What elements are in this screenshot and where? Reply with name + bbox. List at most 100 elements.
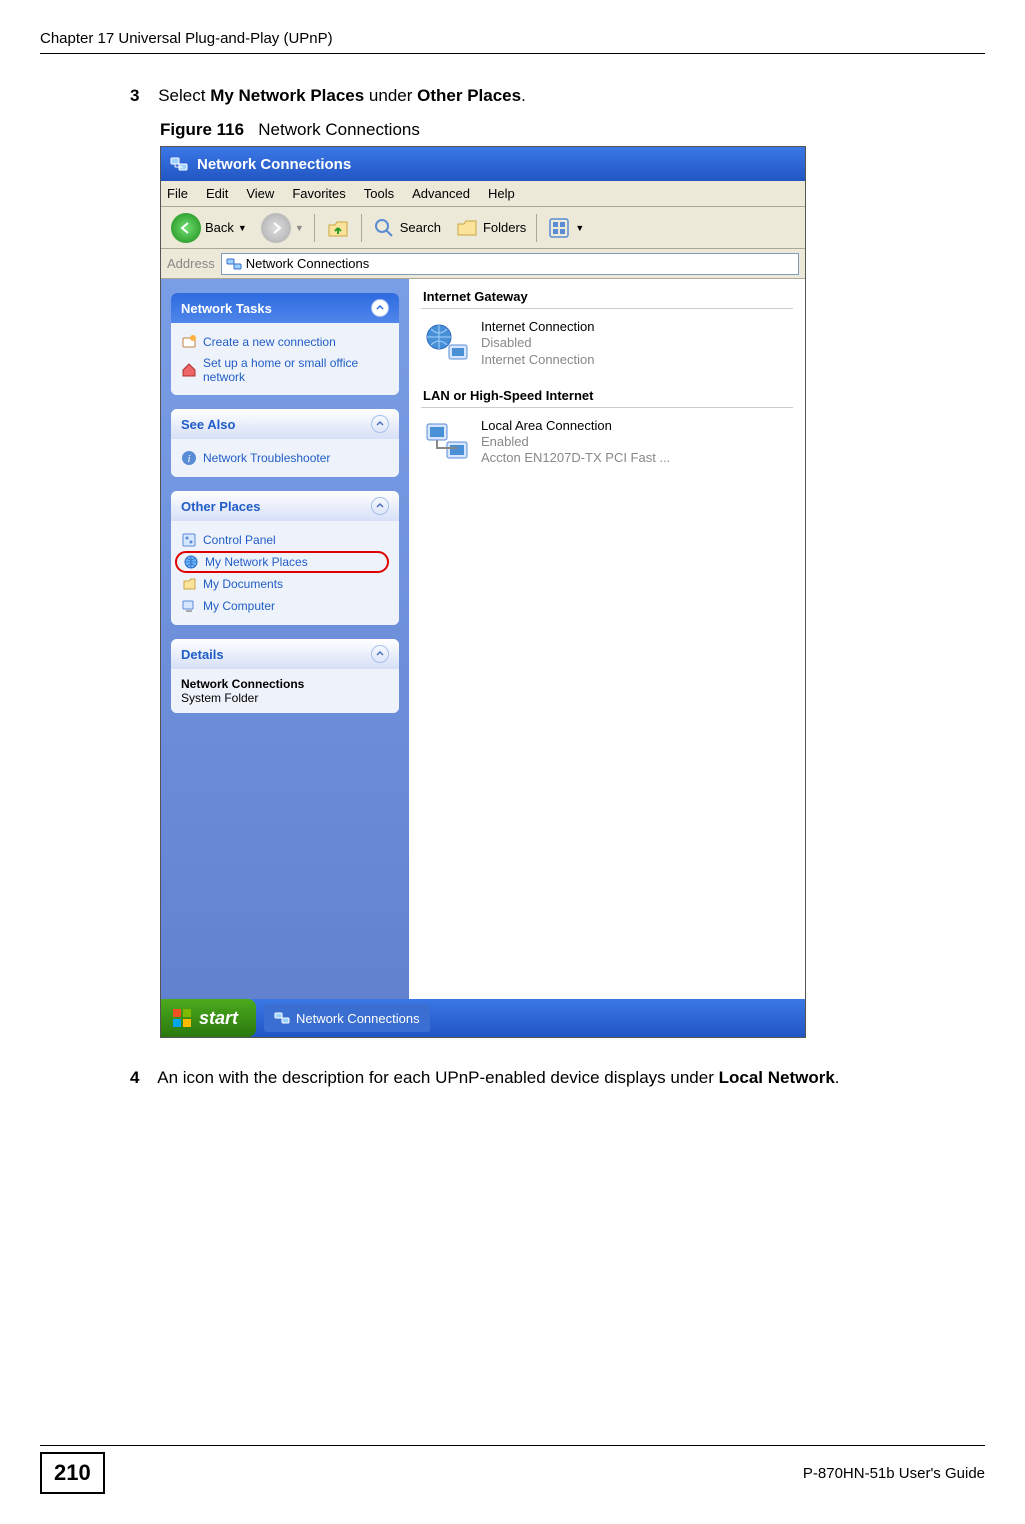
address-value: Network Connections [246, 256, 370, 271]
taskbar: start Network Connections [161, 999, 805, 1037]
connection-lan-status: Enabled [481, 434, 670, 450]
panel-header-other-places[interactable]: Other Places [171, 491, 399, 521]
step-3-bold2: Other Places [417, 86, 521, 105]
menu-edit[interactable]: Edit [206, 186, 228, 201]
up-folder-icon [325, 215, 351, 241]
folders-label: Folders [483, 220, 526, 235]
forward-dropdown-icon[interactable]: ▼ [295, 223, 304, 233]
menu-tools[interactable]: Tools [364, 186, 394, 201]
back-button[interactable]: Back ▼ [167, 211, 251, 245]
step-4-text-pre: An icon with the description for each UP… [157, 1068, 718, 1087]
views-icon [547, 216, 571, 240]
step-3: 3 Select My Network Places under Other P… [130, 86, 985, 106]
menu-help[interactable]: Help [488, 186, 515, 201]
folders-icon [455, 216, 479, 240]
connection-lan[interactable]: Local Area Connection Enabled Accton EN1… [421, 414, 793, 483]
address-label: Address [167, 256, 215, 271]
menu-advanced[interactable]: Advanced [412, 186, 470, 201]
connection-internet[interactable]: Internet Connection Disabled Internet Co… [421, 315, 793, 384]
category-internet-gateway: Internet Gateway [421, 285, 793, 309]
svg-text:i: i [187, 453, 190, 465]
views-dropdown-icon[interactable]: ▼ [575, 223, 584, 233]
task-setup-home-network-label: Set up a home or small office network [203, 356, 389, 384]
step-3-text-mid: under [364, 86, 417, 105]
task-create-connection[interactable]: Create a new connection [181, 331, 389, 353]
step-4-text-post: . [835, 1068, 840, 1087]
forward-button[interactable]: ▼ [257, 211, 308, 245]
address-icon [226, 256, 242, 272]
panel-title-other-places: Other Places [181, 499, 261, 514]
search-button[interactable]: Search [368, 214, 445, 242]
link-my-computer[interactable]: My Computer [181, 595, 389, 617]
collapse-icon[interactable] [371, 299, 389, 317]
panel-header-see-also[interactable]: See Also [171, 409, 399, 439]
address-bar: Address Network Connections [161, 249, 805, 279]
step-4-number: 4 [130, 1068, 139, 1087]
page-number: 210 [40, 1452, 105, 1494]
network-connections-icon [169, 154, 189, 174]
menu-view[interactable]: View [246, 186, 274, 201]
connection-lan-via: Accton EN1207D-TX PCI Fast ... [481, 450, 670, 466]
lan-connection-icon [423, 418, 471, 466]
taskbar-item-label: Network Connections [296, 1011, 420, 1026]
collapse-icon[interactable] [371, 497, 389, 515]
panel-header-details[interactable]: Details [171, 639, 399, 669]
start-button[interactable]: start [161, 999, 256, 1037]
panel-see-also: See Also i Network Troubleshooter [171, 409, 399, 477]
views-button[interactable]: ▼ [543, 214, 588, 242]
search-icon [372, 216, 396, 240]
link-control-panel[interactable]: Control Panel [181, 529, 389, 551]
step-3-text-post: . [521, 86, 526, 105]
address-field[interactable]: Network Connections [221, 253, 799, 275]
collapse-icon[interactable] [371, 645, 389, 663]
category-lan: LAN or High-Speed Internet [421, 384, 793, 408]
back-icon [171, 213, 201, 243]
connection-internet-status: Disabled [481, 335, 594, 351]
panel-title-network-tasks: Network Tasks [181, 301, 272, 316]
folders-button[interactable]: Folders [451, 214, 530, 242]
connection-lan-text: Local Area Connection Enabled Accton EN1… [481, 418, 670, 467]
link-network-troubleshooter[interactable]: i Network Troubleshooter [181, 447, 389, 469]
link-my-network-places[interactable]: My Network Places [175, 551, 389, 573]
panel-details: Details Network Connections System Folde… [171, 639, 399, 713]
toolbar: Back ▼ ▼ Search [161, 207, 805, 249]
up-button[interactable] [321, 213, 355, 243]
step-4: 4 An icon with the description for each … [130, 1066, 945, 1090]
back-dropdown-icon[interactable]: ▼ [238, 223, 247, 233]
panel-body-other-places: Control Panel My Network Places My Docum… [171, 521, 399, 625]
link-my-documents[interactable]: My Documents [181, 573, 389, 595]
panel-body-see-also: i Network Troubleshooter [171, 439, 399, 477]
step-3-number: 3 [130, 86, 139, 105]
panel-network-tasks: Network Tasks Create a new connection Se [171, 293, 399, 395]
my-network-places-icon [183, 554, 199, 570]
link-my-network-places-label: My Network Places [205, 555, 308, 569]
panel-body-details: Network Connections System Folder [171, 669, 399, 713]
panel-body-network-tasks: Create a new connection Set up a home or… [171, 323, 399, 395]
collapse-icon[interactable] [371, 415, 389, 433]
home-network-icon [181, 362, 197, 378]
menu-file[interactable]: File [167, 186, 188, 201]
figure-label: Figure 116 [160, 120, 244, 139]
menu-favorites[interactable]: Favorites [292, 186, 345, 201]
my-documents-icon [181, 576, 197, 592]
content-area: Network Tasks Create a new connection Se [161, 279, 805, 999]
new-connection-icon [181, 334, 197, 350]
panel-other-places: Other Places Control Panel My Network Pl [171, 491, 399, 625]
figure-caption-text: Network Connections [258, 120, 420, 139]
window-titlebar[interactable]: Network Connections [161, 147, 805, 181]
panel-header-network-tasks[interactable]: Network Tasks [171, 293, 399, 323]
taskbar-item-icon [274, 1010, 290, 1026]
details-line2: System Folder [181, 691, 389, 705]
my-computer-icon [181, 598, 197, 614]
window-title: Network Connections [197, 156, 351, 173]
step-4-bold: Local Network [719, 1068, 835, 1087]
task-create-connection-label: Create a new connection [203, 335, 336, 349]
left-tasks-pane: Network Tasks Create a new connection Se [161, 279, 409, 999]
info-icon: i [181, 450, 197, 466]
start-label: start [199, 1008, 238, 1029]
task-setup-home-network[interactable]: Set up a home or small office network [181, 353, 389, 387]
forward-icon [261, 213, 291, 243]
connections-list-pane: Internet Gateway Internet Connection Dis… [409, 279, 805, 999]
chapter-header: Chapter 17 Universal Plug-and-Play (UPnP… [40, 30, 985, 54]
taskbar-item-network-connections[interactable]: Network Connections [264, 1004, 430, 1032]
